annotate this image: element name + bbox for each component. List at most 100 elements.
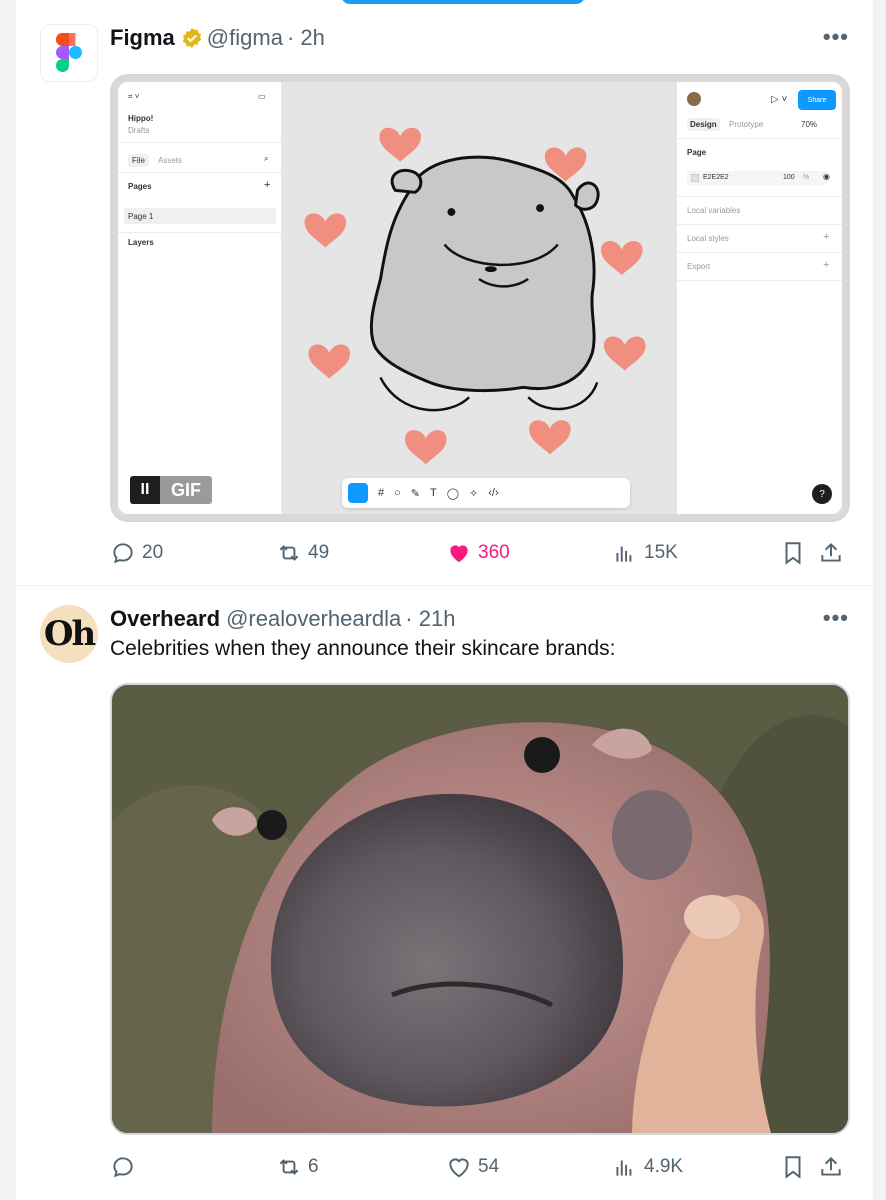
local-styles: Local styles <box>687 234 729 243</box>
timestamp[interactable]: · 2h <box>287 24 325 52</box>
share-button[interactable] <box>818 1152 844 1182</box>
export-label: Export <box>687 262 711 271</box>
help-button: ? <box>812 484 832 504</box>
figma-layers-panel: ⌗ ˅ ▭ Hippo! Drafts File Assets ⌕ Pages … <box>118 82 282 514</box>
pages-label: Pages <box>128 182 152 191</box>
text-tool-icon: T <box>430 487 437 499</box>
add-export-icon: + <box>823 259 830 271</box>
share-button: Share <box>798 90 836 110</box>
tweet-text: Celebrities when they announce their ski… <box>110 637 616 660</box>
view-count: 15K <box>644 542 678 563</box>
avatar[interactable] <box>40 24 98 82</box>
tab-assets: Assets <box>158 156 183 165</box>
handle[interactable]: @realoverheardla <box>226 605 401 633</box>
like-count: 360 <box>478 542 510 563</box>
page-fill: E2E2E2 100 % <box>687 171 827 185</box>
repost-icon <box>279 545 299 561</box>
timestamp[interactable]: · 21h <box>405 605 455 633</box>
layers-label: Layers <box>128 238 154 247</box>
tab-design: Design <box>687 118 720 131</box>
reply-button[interactable]: 20 <box>110 538 163 568</box>
tweet[interactable]: Figma @figma · 2h ••• ⌗ ˅ ▭ Hippo! Draft… <box>16 6 873 586</box>
more-options-icon[interactable]: ••• <box>823 24 849 50</box>
tweet-header: Overheard @realoverheardla · 21h <box>110 605 455 633</box>
dev-mode-icon: ‹/› <box>488 487 499 499</box>
fill-percent: % <box>803 174 810 181</box>
display-name[interactable]: Figma <box>110 24 175 52</box>
fill-opacity: 100 <box>783 174 795 181</box>
add-page-icon: + <box>264 179 271 191</box>
like-button[interactable]: 360 <box>446 538 510 568</box>
search-icon: ⌕ <box>264 154 269 163</box>
timeline-feed: Figma @figma · 2h ••• ⌗ ˅ ▭ Hippo! Draft… <box>16 0 873 1200</box>
repost-count: 6 <box>308 1156 319 1177</box>
views-chart-icon <box>616 1160 632 1176</box>
views-chart-icon <box>616 546 632 562</box>
gif-controls[interactable]: II GIF <box>130 476 212 504</box>
avatar-logo-text: Oh <box>43 614 96 654</box>
file-name: Hippo! <box>128 114 154 123</box>
figma-toolbar: # ○ ✎ T ◯ ✧ ‹/› <box>342 478 630 508</box>
tab-file: File <box>128 154 149 167</box>
move-tool-icon <box>348 483 368 503</box>
share-icon <box>821 1156 841 1176</box>
repost-button[interactable]: 49 <box>276 538 329 568</box>
tweet-actions: 6 54 4.9K <box>110 1152 850 1182</box>
page-section-label: Page <box>687 148 707 157</box>
view-count: 4.9K <box>644 1156 684 1177</box>
views-button[interactable]: 15K <box>612 538 678 568</box>
display-name[interactable]: Overheard <box>110 605 220 633</box>
file-sub: Drafts <box>128 126 150 135</box>
reply-button[interactable] <box>110 1152 142 1182</box>
reply-icon <box>113 1157 133 1178</box>
pen-tool-icon: ✎ <box>410 487 420 500</box>
views-button[interactable]: 4.9K <box>612 1152 683 1182</box>
comment-tool-icon: ◯ <box>446 487 460 500</box>
tweet-header: Figma @figma · 2h <box>110 24 325 52</box>
user-avatar <box>687 92 701 106</box>
hippo-illustration <box>304 127 646 465</box>
handle[interactable]: @figma <box>207 24 283 52</box>
figma-logo-icon <box>56 33 82 72</box>
play-icon: ▷ ˅ <box>771 94 788 105</box>
share-button[interactable] <box>818 538 844 568</box>
figma-menu-icon: ⌗ ˅ <box>128 92 140 101</box>
pause-icon[interactable]: II <box>130 476 160 504</box>
bookmark-button[interactable] <box>780 538 806 568</box>
hippo-photo <box>112 685 848 1133</box>
figma-design-panel: ▷ ˅ Share Design Prototype 70% Page E2E2… <box>676 82 842 514</box>
frame-tool-icon: # <box>378 487 385 499</box>
avatar[interactable]: Oh <box>40 605 98 663</box>
eye-icon: ◉ <box>823 172 830 181</box>
heart-icon <box>449 1158 469 1178</box>
media-photo[interactable] <box>110 683 850 1135</box>
actions-tool-icon: ✧ <box>469 487 479 500</box>
repost-button[interactable]: 6 <box>276 1152 319 1182</box>
repost-count: 49 <box>308 542 330 563</box>
bookmark-icon <box>785 1156 801 1179</box>
page-item: Page 1 <box>124 208 276 224</box>
heart-filled-icon <box>450 545 468 563</box>
share-icon <box>821 542 841 562</box>
fill-hex: E2E2E2 <box>703 174 729 181</box>
figma-screen: ⌗ ˅ ▭ Hippo! Drafts File Assets ⌕ Pages … <box>118 82 842 514</box>
gif-badge: GIF <box>160 476 212 504</box>
reply-icon <box>113 543 133 564</box>
bookmark-icon <box>785 542 801 565</box>
more-options-icon[interactable]: ••• <box>823 605 849 631</box>
like-count: 54 <box>478 1156 500 1177</box>
fill-swatch <box>691 174 699 182</box>
zoom-level: 70% <box>801 120 818 129</box>
tweet[interactable]: Oh Overheard @realoverheardla · 21h ••• … <box>16 587 873 1200</box>
shape-tool-icon: ○ <box>394 487 401 499</box>
verified-badge-icon[interactable] <box>181 27 203 49</box>
add-style-icon: + <box>823 231 830 243</box>
tab-prototype: Prototype <box>729 120 764 129</box>
repost-icon <box>279 1159 299 1175</box>
reply-count: 20 <box>142 542 164 563</box>
local-variables: Local variables <box>687 206 741 215</box>
media-gif[interactable]: ⌗ ˅ ▭ Hippo! Drafts File Assets ⌕ Pages … <box>110 74 850 522</box>
new-posts-pill[interactable] <box>341 0 585 4</box>
like-button[interactable]: 54 <box>446 1152 499 1182</box>
bookmark-button[interactable] <box>780 1152 806 1182</box>
